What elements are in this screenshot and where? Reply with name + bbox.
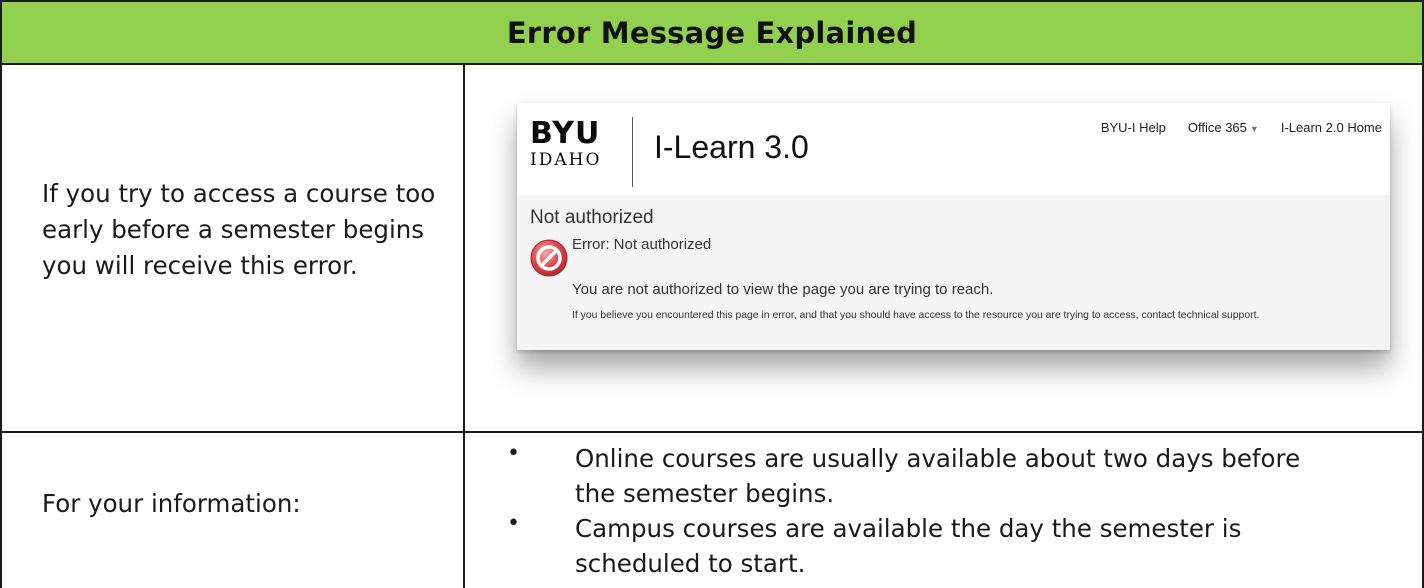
info-table: Error Message Explained If you try to ac… [0,0,1424,588]
list-item: • Online courses are usually available a… [507,441,1335,511]
row1-description-cell: If you try to access a course too early … [0,63,465,433]
logo-divider [632,117,633,187]
bullet-icon: • [507,441,520,466]
bullet-icon: • [507,511,520,536]
row2-label: For your information: [42,489,301,518]
nav-byui-help[interactable]: BYU-I Help [1101,120,1166,135]
row1-description: If you try to access a course too early … [42,179,436,280]
screenshot-body: Not authorized Error: Not authorized You… [517,195,1390,350]
logo-byu-text: BYU [530,116,601,151]
bullet-text: Campus courses are available the day the… [575,514,1242,578]
row2-label-cell: For your information: [0,431,465,588]
prohibited-icon [530,239,568,277]
row2-bullets-cell: • Online courses are usually available a… [463,431,1424,588]
error-message: You are not authorized to view the page … [572,281,994,298]
error-note: If you believe you encountered this page… [572,310,1260,321]
nav-office-365[interactable]: Office 365 ▼ [1188,120,1259,135]
logo-idaho-text: IDAHO [530,150,602,170]
caret-down-icon: ▼ [1249,124,1259,134]
bullet-text: Online courses are usually available abo… [575,444,1301,508]
info-bullet-list: • Online courses are usually available a… [507,441,1335,581]
list-item: • Campus courses are available the day t… [507,511,1335,581]
top-nav: BYU-I Help Office 365 ▼ I-Learn 2.0 Home [1101,120,1382,135]
not-authorized-heading: Not authorized [530,207,654,228]
error-screenshot: BYU IDAHO I-Learn 3.0 BYU-I Help Office … [517,103,1390,350]
table-header: Error Message Explained [0,0,1424,65]
byu-idaho-logo: BYU IDAHO [530,119,622,171]
error-title: Error: Not authorized [572,236,712,253]
app-title: I-Learn 3.0 [654,129,809,165]
screenshot-header: BYU IDAHO I-Learn 3.0 BYU-I Help Office … [517,103,1390,195]
page-title: Error Message Explained [506,15,918,50]
nav-ilearn-2-home[interactable]: I-Learn 2.0 Home [1281,120,1382,135]
nav-office-365-label: Office 365 [1187,120,1247,135]
